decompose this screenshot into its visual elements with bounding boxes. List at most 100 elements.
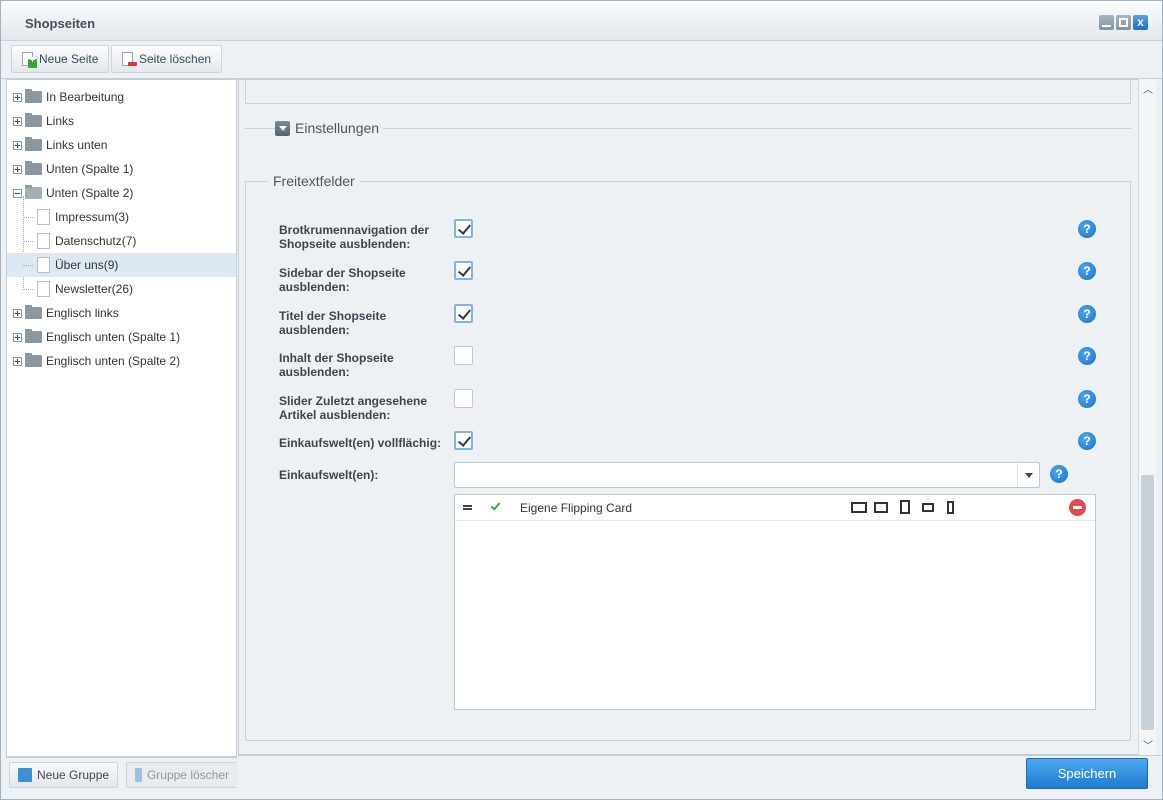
drag-handle-icon[interactable] [463, 505, 472, 510]
help-icon[interactable]: ? [1078, 262, 1096, 280]
tree-group-label: Unten (Spalte 1) [46, 162, 134, 176]
tree-page-label: Über uns(9) [55, 258, 119, 272]
tree-page-label: Newsletter(26) [55, 282, 134, 296]
hide-last-seen-slider-label: Slider Zuletzt angesehene Artikel ausble… [279, 394, 428, 422]
freitext-fieldset: Freitextfelder Brotkrumennavigation der … [245, 173, 1131, 741]
fullwidth-emotion-checkbox[interactable] [454, 431, 473, 450]
expand-icon[interactable] [13, 164, 22, 174]
settings-fieldset-header[interactable]: Einstellungen [275, 120, 384, 136]
emotion-name: Eigene Flipping Card [520, 501, 633, 515]
tree-group[interactable]: Englisch unten (Spalte 1) [7, 325, 236, 349]
emotion-grid: Eigene Flipping Card [454, 494, 1096, 710]
folder-icon [25, 329, 42, 343]
scroll-up-icon[interactable]: ︿ [1142, 81, 1154, 96]
remove-icon[interactable] [1069, 499, 1086, 516]
folder-icon [25, 305, 42, 319]
help-icon[interactable]: ? [1050, 465, 1068, 483]
help-icon[interactable]: ? [1078, 432, 1096, 450]
tree-group[interactable]: In Bearbeitung [7, 85, 236, 109]
tree-page-label: Datenschutz(7) [55, 234, 137, 248]
table-row[interactable]: Eigene Flipping Card [455, 495, 1095, 521]
tree-group[interactable]: Englisch links [7, 301, 236, 325]
add-page-icon [22, 52, 37, 68]
new-page-button[interactable]: Neue Seite [11, 45, 110, 73]
hide-sidebar-label: Sidebar der Shopseite ausblenden: [279, 266, 406, 294]
help-icon[interactable]: ? [1078, 220, 1096, 238]
tree-group-label: Links [46, 114, 75, 128]
tree-group[interactable]: Unten (Spalte 1) [7, 157, 236, 181]
hide-content-label: Inhalt der Shopseite ausblenden: [279, 351, 394, 379]
hide-title-checkbox[interactable] [454, 304, 473, 323]
expand-icon[interactable] [13, 92, 22, 102]
hide-last-seen-slider-checkbox[interactable] [454, 389, 473, 408]
desktop-icon [851, 502, 867, 513]
folder-icon [25, 113, 42, 127]
checkmark-icon [490, 500, 501, 511]
tablet-landscape-icon [874, 502, 888, 513]
delete-page-button[interactable]: Seite löschen [111, 45, 223, 73]
delete-group-label: Gruppe löscher [146, 768, 229, 782]
fullwidth-emotion-label: Einkaufswelt(en) vollflächig: [279, 436, 442, 450]
close-icon[interactable]: x [1133, 15, 1148, 30]
folder-icon [25, 353, 42, 367]
expand-icon[interactable] [13, 140, 22, 150]
expand-toggle-icon[interactable] [275, 120, 290, 136]
delete-group-icon [135, 768, 142, 782]
delete-group-button[interactable]: Gruppe löscher [126, 762, 237, 788]
help-icon[interactable]: ? [1078, 305, 1096, 323]
tree-page[interactable]: Datenschutz(7) [7, 229, 236, 253]
tree-group-label: Englisch unten (Spalte 2) [46, 354, 181, 368]
hide-breadcrumb-checkbox[interactable] [454, 219, 473, 238]
tree-group-label: Englisch links [46, 306, 119, 320]
chevron-down-icon[interactable] [1017, 463, 1039, 487]
detail-panel: Einstellungen Freitextfelder Brotkrumenn… [238, 79, 1138, 755]
tree-page[interactable]: Impressum(3) [7, 205, 236, 229]
tree-group[interactable]: Links unten [7, 133, 236, 157]
add-group-icon [18, 768, 32, 782]
help-icon[interactable]: ? [1078, 390, 1096, 408]
page-icon [37, 233, 50, 249]
help-icon[interactable]: ? [1078, 347, 1096, 365]
save-button[interactable]: Speichern [1026, 758, 1148, 789]
emotion-combobox[interactable] [454, 462, 1040, 488]
expand-icon[interactable] [13, 116, 22, 126]
hide-title-label: Titel der Shopseite ausblenden: [279, 309, 387, 337]
tree-page[interactable]: Newsletter(26) [7, 277, 236, 301]
folder-icon [25, 137, 42, 151]
folder-icon [25, 89, 42, 103]
collapse-icon[interactable] [13, 188, 22, 198]
hide-breadcrumb-label: Brotkrumennavigation der Shopseite ausbl… [279, 223, 430, 251]
scroll-down-icon[interactable]: ﹀ [1142, 737, 1154, 752]
expand-icon[interactable] [13, 356, 22, 366]
page-icon [37, 281, 50, 297]
tree-page-selected[interactable]: Über uns(9) [7, 253, 236, 277]
tree-group[interactable]: Englisch unten (Spalte 2) [7, 349, 236, 373]
window-title: Shopseiten [25, 16, 96, 31]
expand-icon[interactable] [13, 308, 22, 318]
tree-group-expanded[interactable]: Unten (Spalte 2) [7, 181, 236, 205]
toolbar: Neue Seite Seite löschen [1, 41, 1162, 79]
page-icon [37, 209, 50, 225]
emotion-select-label: Einkaufswelt(en): [279, 468, 379, 482]
previous-fieldset [245, 80, 1131, 104]
tree-group-label: Unten (Spalte 2) [46, 186, 134, 200]
folder-icon [25, 161, 42, 175]
expand-icon[interactable] [13, 332, 22, 342]
scroll-thumb[interactable] [1141, 475, 1154, 730]
settings-label: Einstellungen [295, 120, 380, 136]
open-folder-icon [25, 185, 42, 199]
bottom-toolbar: Speichern [238, 755, 1161, 799]
tree-group-label: Englisch unten (Spalte 1) [46, 330, 181, 344]
page-icon [37, 257, 50, 273]
tree-group[interactable]: Links [7, 109, 236, 133]
hide-sidebar-checkbox[interactable] [454, 261, 473, 280]
window-titlebar[interactable]: Shopseiten x [1, 1, 1162, 41]
new-group-label: Neue Gruppe [37, 768, 110, 782]
hide-content-checkbox[interactable] [454, 346, 473, 365]
new-group-button[interactable]: Neue Gruppe [9, 762, 119, 788]
delete-page-label: Seite löschen [139, 52, 212, 66]
vertical-scrollbar[interactable]: ︿ ﹀ [1138, 79, 1156, 755]
tablet-portrait-icon [900, 500, 910, 514]
minimize-icon[interactable] [1099, 15, 1114, 30]
maximize-icon[interactable] [1116, 15, 1131, 30]
